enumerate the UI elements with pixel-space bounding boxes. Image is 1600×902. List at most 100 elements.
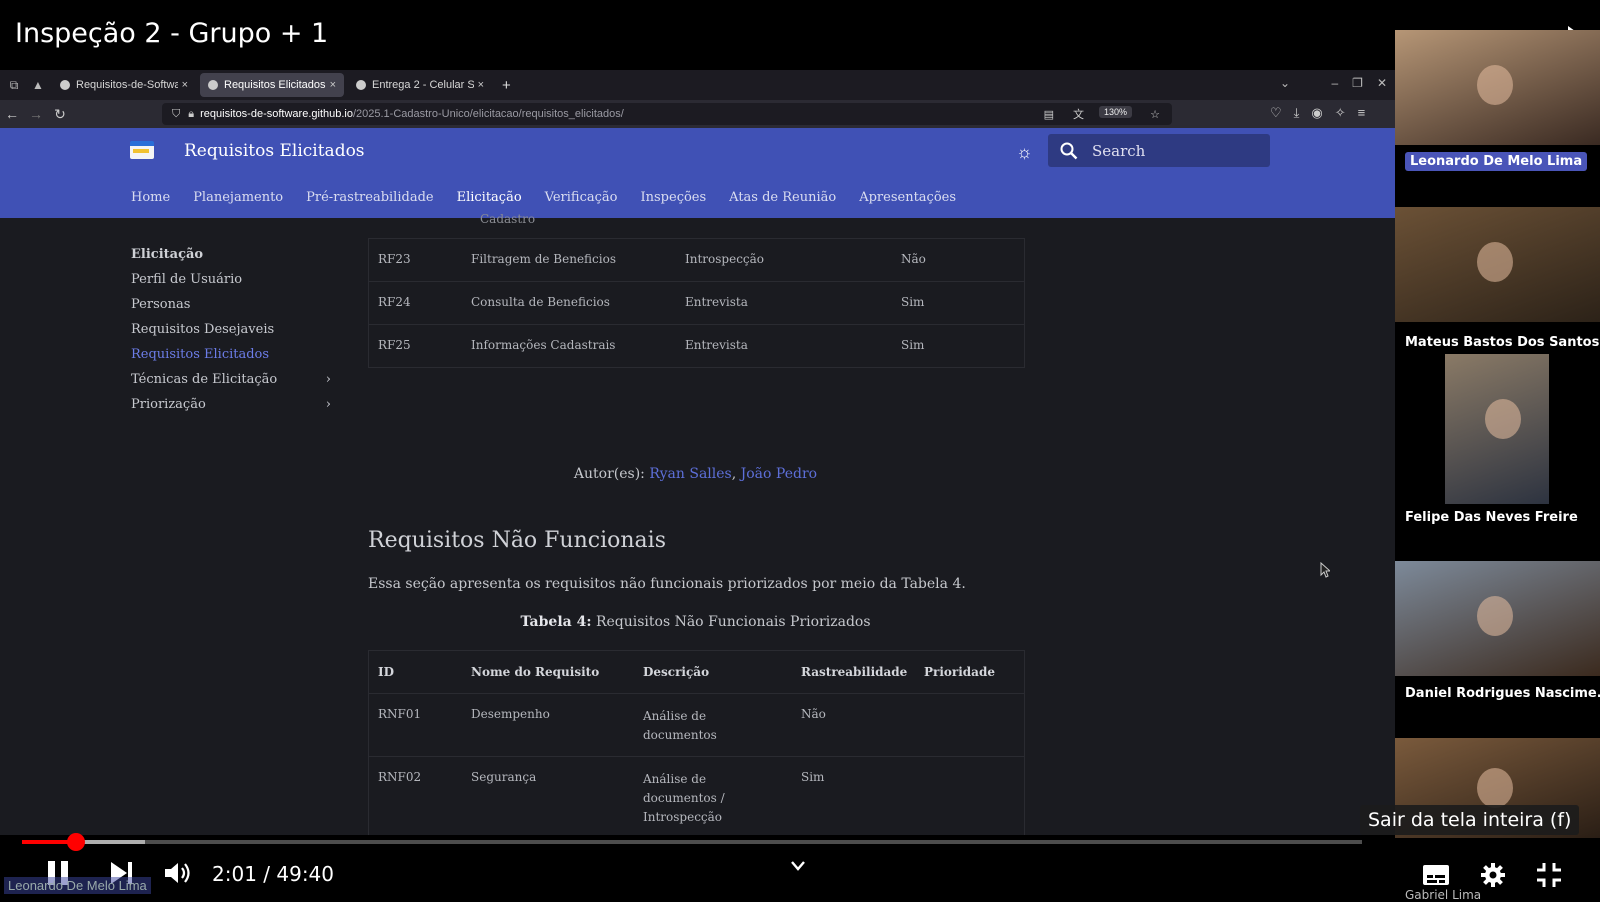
nav-link[interactable]: Planejamento	[193, 190, 283, 205]
participant-video	[1395, 561, 1600, 676]
browser-tab[interactable]: Requisitos Elicitados - Ca ×	[200, 73, 344, 97]
table-cell: Não	[801, 707, 826, 721]
table-cell: RNF02	[378, 770, 422, 784]
table-header-cell: Nome do Requisito	[471, 665, 600, 679]
author-separator: ,	[731, 466, 737, 482]
nav-link[interactable]: Elicitação	[457, 190, 522, 205]
url-host: requisitos-de-software.github.io	[200, 108, 353, 120]
sidebar-item-label: Priorização	[131, 397, 206, 412]
tab-list-icon[interactable]: ⌄	[1280, 76, 1290, 90]
exit-fullscreen-icon[interactable]	[1536, 862, 1562, 888]
site-title: Requisitos Elicitados	[184, 141, 365, 161]
table-cell: Informações Cadastrais	[471, 338, 616, 352]
author-label: Autor(es):	[573, 466, 645, 482]
author-link-1[interactable]: Ryan Salles	[649, 466, 731, 482]
rf-table: RF23 Filtragem de Beneficios Introspecção N…	[368, 238, 1025, 368]
table-header-cell: Prioridade	[924, 665, 995, 679]
subtitles-icon[interactable]	[1422, 864, 1450, 886]
sidebar-item[interactable]: Perfil de Usuário	[131, 267, 331, 292]
pocket-icon[interactable]: ♡	[1270, 105, 1282, 121]
search-box[interactable]	[1048, 134, 1270, 167]
tab-close-icon[interactable]: ×	[478, 79, 484, 91]
sidebar-item-label: Requisitos Elicitados	[131, 347, 270, 362]
browser-navbar: ← → ↻ ⛉ 🔒︎ requisitos-de-software.github…	[0, 100, 1395, 128]
progress-scrubber[interactable]	[67, 833, 86, 851]
translate-icon[interactable]: 文	[1073, 106, 1084, 122]
table-cell: RF23	[378, 252, 411, 266]
reload-icon[interactable]: ↻	[48, 106, 72, 123]
table-header-cell: ID	[378, 665, 395, 679]
caption-text: Requisitos Não Funcionais Priorizados	[595, 614, 871, 630]
sidebar-item[interactable]: Requisitos Desejaveis	[131, 317, 331, 342]
participant-avatar	[1477, 595, 1513, 636]
forward-icon[interactable]: →	[24, 106, 48, 122]
url-bar[interactable]: ⛉ 🔒︎ requisitos-de-software.github.io/20…	[162, 103, 1172, 125]
section-paragraph: Essa seção apresenta os requisitos não f…	[368, 576, 966, 592]
restore-icon[interactable]: ❐	[1352, 76, 1363, 90]
table-cell-line: documentos /	[643, 791, 725, 805]
extensions-icon[interactable]: ✧	[1335, 105, 1346, 121]
table-cell-line: Introspecção	[643, 810, 723, 824]
fullscreen-tooltip: Sair da tela inteira (f)	[1360, 805, 1580, 835]
theme-toggle-icon[interactable]: ☼	[1016, 142, 1033, 163]
volume-icon[interactable]	[163, 860, 191, 886]
minimize-icon[interactable]: –	[1331, 76, 1338, 90]
url-path: /2025.1-Cadastro-Unico/elicitacao/requis…	[352, 108, 624, 120]
chevron-right-icon: ›	[325, 372, 331, 387]
participant-video	[1395, 207, 1600, 322]
new-tab-icon[interactable]: +	[502, 77, 511, 94]
sidebar-item[interactable]: Priorização ›	[131, 392, 331, 417]
tab-close-icon[interactable]: ×	[330, 79, 336, 91]
nav-link[interactable]: Pré-rastreabilidade	[306, 190, 433, 205]
table-cell-line: documentos	[643, 728, 717, 742]
bookmark-star-icon[interactable]: ☆	[1150, 108, 1160, 121]
nav-link[interactable]: Home	[131, 190, 170, 205]
close-window-icon[interactable]: ✕	[1377, 76, 1387, 90]
caption-label: Tabela 4:	[520, 614, 592, 630]
sidebar-item[interactable]: Elicitação	[131, 242, 331, 267]
nav-link[interactable]: Atas de Reunião	[729, 190, 836, 205]
search-input[interactable]	[1090, 140, 1254, 161]
menu-icon[interactable]: ≡	[1358, 105, 1366, 121]
participant-name: Daniel Rodrigues Nascime...	[1405, 686, 1600, 701]
reader-view-icon[interactable]: ▤	[1044, 108, 1054, 121]
chevron-down-icon[interactable]	[790, 860, 806, 872]
progress-bar[interactable]	[22, 833, 1362, 851]
author-link-2[interactable]: João Pedro	[741, 466, 817, 482]
sidebar-nav: Elicitação Perfil de Usuário Personas Requi…	[131, 242, 331, 417]
table-cell-line: Análise de	[643, 772, 707, 786]
nav-link[interactable]: Verificação	[545, 190, 618, 205]
account-icon[interactable]: ◉	[1311, 105, 1322, 121]
sidebar-item[interactable]: Personas	[131, 292, 331, 317]
sidebar-item-label: Requisitos Desejaveis	[131, 322, 275, 337]
browser-tabstrip: ⧉ ▲ Requisitos-de-Software/2×Requisitos …	[0, 70, 1395, 100]
zoom-badge[interactable]: 130%	[1098, 106, 1132, 118]
participant-avatar	[1477, 64, 1513, 105]
settings-gear-icon[interactable]	[1480, 862, 1506, 888]
site-logo[interactable]	[130, 141, 154, 159]
participant-video	[1445, 354, 1549, 504]
nav-link[interactable]: Inspeções	[641, 190, 707, 205]
screen-share: ⧉ ▲ Requisitos-de-Software/2×Requisitos …	[0, 70, 1395, 835]
tab-overview-icon[interactable]: ⧉	[4, 75, 24, 95]
tab-close-icon[interactable]: ×	[182, 79, 188, 91]
site-nav: Home Planejamento Pré-rastreabilidade Elici…	[131, 190, 956, 205]
back-icon[interactable]: ←	[0, 106, 24, 122]
browser-tab[interactable]: Entrega 2 - Celular Segur ×	[348, 73, 492, 97]
pinned-tab-icon[interactable]: ▲	[28, 75, 48, 95]
browser-tab[interactable]: Requisitos-de-Software/2 ×	[52, 73, 196, 97]
downloads-icon[interactable]: ⤓	[1294, 105, 1300, 121]
sidebar-item[interactable]: Técnicas de Elicitação ›	[131, 367, 331, 392]
section-heading: Requisitos Não Funcionais	[368, 528, 666, 553]
table-cell: Sim	[901, 295, 925, 309]
nav-link[interactable]: Apresentações	[859, 190, 956, 205]
sidebar-item[interactable]: Requisitos Elicitados	[131, 342, 331, 367]
table-cell: Desempenho	[471, 707, 550, 721]
table-row: RNF02 Segurança Análise de documentos / Intr…	[369, 756, 1024, 835]
author-line: Autor(es): Ryan Salles, João Pedro	[368, 466, 1023, 482]
table-cell: RNF01	[378, 707, 422, 721]
table-cell: RF24	[378, 295, 411, 309]
participant-name: Gabriel Lima	[1405, 888, 1482, 902]
sidebar-item-label: Personas	[131, 297, 191, 312]
participant-name: Felipe Das Neves Freire	[1405, 510, 1578, 525]
